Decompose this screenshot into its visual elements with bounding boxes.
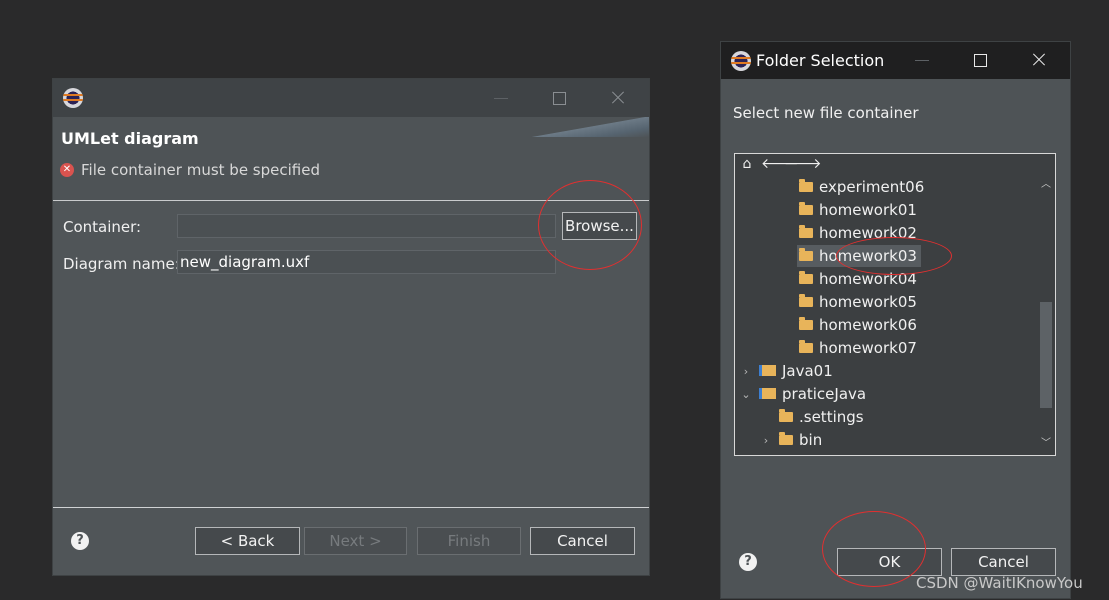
wizard-titlebar[interactable] bbox=[53, 79, 649, 117]
folder-tree[interactable]: ⌂ 🡐 🡒 experiment06 homework01 homework02… bbox=[734, 153, 1056, 456]
chevron-right-icon[interactable]: › bbox=[741, 365, 751, 378]
folder-titlebar[interactable]: Folder Selection bbox=[721, 42, 1070, 79]
tree-item[interactable]: experiment06 bbox=[799, 176, 924, 198]
tree-item[interactable]: .settings bbox=[779, 406, 864, 428]
scroll-thumb[interactable] bbox=[1040, 302, 1052, 408]
finish-button[interactable]: Finish bbox=[417, 527, 521, 555]
cancel-button[interactable]: Cancel bbox=[951, 548, 1056, 576]
tree-item[interactable]: homework07 bbox=[799, 337, 917, 359]
folder-icon bbox=[799, 340, 813, 353]
error-icon: ✕ bbox=[60, 163, 74, 177]
close-button[interactable] bbox=[1029, 50, 1049, 70]
maximize-button[interactable] bbox=[970, 50, 990, 70]
eclipse-logo-icon bbox=[63, 88, 83, 108]
annotation-circle-homework03 bbox=[836, 237, 952, 275]
container-input[interactable] bbox=[177, 214, 556, 238]
diagram-name-label: Diagram name: bbox=[63, 255, 180, 273]
help-icon[interactable]: ? bbox=[71, 532, 89, 550]
annotation-circle-ok bbox=[822, 511, 926, 587]
help-icon[interactable]: ? bbox=[739, 553, 757, 571]
container-label: Container: bbox=[63, 218, 142, 236]
cancel-button[interactable]: Cancel bbox=[530, 527, 635, 555]
folder-icon bbox=[799, 294, 813, 307]
umlet-wizard-dialog: UMLet diagram ✕ File container must be s… bbox=[52, 78, 650, 576]
maximize-button[interactable] bbox=[549, 88, 569, 108]
folder-icon bbox=[799, 179, 813, 192]
wizard-separator bbox=[53, 507, 649, 508]
next-button[interactable]: Next > bbox=[304, 527, 407, 555]
error-message: File container must be specified bbox=[81, 161, 320, 179]
folder-icon bbox=[799, 225, 813, 238]
folder-icon bbox=[799, 317, 813, 330]
banner-graphic bbox=[499, 117, 649, 137]
back-button[interactable]: < Back bbox=[195, 527, 300, 555]
tree-item[interactable]: homework06 bbox=[799, 314, 917, 336]
tree-item-project[interactable]: Java01 bbox=[759, 360, 833, 382]
folder-prompt: Select new file container bbox=[733, 104, 919, 122]
tree-item[interactable]: homework05 bbox=[799, 291, 917, 313]
close-button[interactable] bbox=[608, 88, 628, 108]
annotation-circle-browse bbox=[538, 180, 642, 270]
minimize-button[interactable] bbox=[491, 88, 511, 108]
forward-arrow-icon[interactable]: 🡒 bbox=[784, 156, 822, 172]
folder-icon bbox=[799, 248, 813, 261]
folder-dialog-title: Folder Selection bbox=[756, 51, 885, 70]
eclipse-logo-icon bbox=[731, 51, 751, 71]
tree-item-project[interactable]: praticeJava bbox=[759, 383, 866, 405]
folder-icon bbox=[799, 271, 813, 284]
scroll-down-icon[interactable]: ﹀ bbox=[1038, 437, 1054, 451]
tree-scrollbar[interactable]: ︿ ﹀ bbox=[1038, 176, 1054, 455]
scroll-up-icon[interactable]: ︿ bbox=[1038, 178, 1054, 192]
folder-icon bbox=[799, 202, 813, 215]
minimize-button[interactable] bbox=[912, 50, 932, 70]
tree-toolbar: ⌂ 🡐 🡒 bbox=[735, 154, 1055, 176]
tree-item[interactable]: bin bbox=[779, 429, 822, 451]
home-icon[interactable]: ⌂ bbox=[739, 156, 755, 172]
project-folder-icon bbox=[759, 365, 776, 376]
folder-icon bbox=[779, 432, 793, 445]
chevron-down-icon[interactable]: ⌄ bbox=[741, 388, 751, 401]
back-arrow-icon[interactable]: 🡐 bbox=[761, 156, 799, 172]
wizard-title: UMLet diagram bbox=[61, 129, 199, 148]
diagram-name-input[interactable] bbox=[177, 250, 556, 274]
folder-icon bbox=[779, 409, 793, 422]
project-folder-icon bbox=[759, 388, 776, 399]
chevron-right-icon[interactable]: › bbox=[761, 434, 771, 447]
watermark-text: CSDN @WaitIKnowYou bbox=[916, 574, 1083, 592]
folder-selection-dialog: Folder Selection Select new file contain… bbox=[720, 41, 1071, 599]
tree-item[interactable]: homework01 bbox=[799, 199, 917, 221]
